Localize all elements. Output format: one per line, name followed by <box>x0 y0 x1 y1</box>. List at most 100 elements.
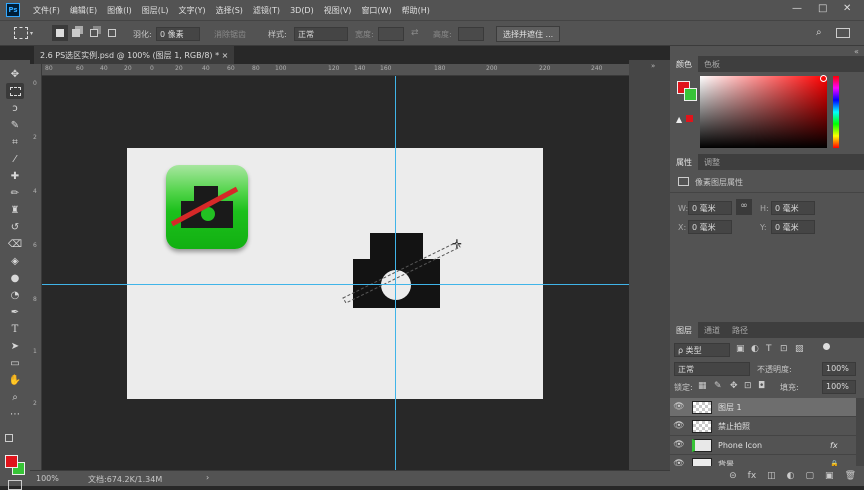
visibility-eye-icon[interactable]: 👁 <box>670 402 688 412</box>
workspace-icon[interactable] <box>836 28 850 38</box>
document-canvas[interactable]: ✛ <box>127 148 543 399</box>
fill-input[interactable]: 100% <box>822 380 856 394</box>
filter-shape-icon[interactable]: ⊡ <box>780 344 788 354</box>
more-tools-icon[interactable]: ⋯ <box>6 406 24 422</box>
menu-view[interactable]: 视图(V) <box>319 5 357 16</box>
brush-tool-icon[interactable]: ✏ <box>6 185 24 201</box>
width-input[interactable] <box>378 27 404 41</box>
rect-marquee-preset-icon[interactable] <box>14 27 28 39</box>
visibility-eye-icon[interactable]: 👁 <box>670 440 688 450</box>
menu-3d[interactable]: 3D(D) <box>285 6 319 15</box>
layer-filter-select[interactable]: ρ 类型 <box>674 343 730 357</box>
healing-brush-tool-icon[interactable]: ✚ <box>6 168 24 184</box>
tab-swatches[interactable]: 色板 <box>698 56 726 72</box>
ruler-horizontal[interactable]: 80 60 40 20 0 20 40 60 80 100 120 140 16… <box>42 64 629 76</box>
filter-adjustment-icon[interactable]: ◐ <box>751 344 759 354</box>
collapse-panels-icon[interactable]: » <box>651 62 655 70</box>
menu-help[interactable]: 帮助(H) <box>397 5 435 16</box>
link-dimensions-icon[interactable]: ∞ <box>736 199 752 215</box>
quick-mask-icon[interactable] <box>8 480 22 490</box>
layer-row[interactable]: 👁 图层 1 <box>670 398 856 417</box>
horizontal-guide[interactable] <box>42 284 629 285</box>
layer-effects-icon[interactable]: fx <box>830 441 838 450</box>
tab-close-icon[interactable]: × <box>222 51 229 60</box>
menu-select[interactable]: 选择(S) <box>211 5 248 16</box>
filter-smart-object-icon[interactable]: ▨ <box>795 344 804 354</box>
lock-pixels-icon[interactable]: ✎ <box>714 381 722 391</box>
link-layers-icon[interactable]: ⊝ <box>729 471 737 481</box>
tab-color[interactable]: 颜色 <box>670 56 698 72</box>
tab-properties[interactable]: 属性 <box>670 154 698 170</box>
gamut-warning-icon[interactable]: ▲ <box>676 115 682 124</box>
menu-type[interactable]: 文字(Y) <box>173 5 210 16</box>
menu-filter[interactable]: 滤镜(T) <box>248 5 285 16</box>
lock-position-icon[interactable]: ✥ <box>730 381 738 391</box>
new-layer-icon[interactable]: ▣ <box>825 471 834 481</box>
new-group-icon[interactable]: ▢ <box>806 471 815 481</box>
minimize-button[interactable]: — <box>792 3 802 14</box>
width-field[interactable]: 0 毫米 <box>688 201 732 215</box>
blur-tool-icon[interactable]: ● <box>6 270 24 286</box>
history-brush-tool-icon[interactable]: ↺ <box>6 219 24 235</box>
swap-icon[interactable]: ⇄ <box>411 28 419 38</box>
close-button[interactable]: ✕ <box>843 3 851 14</box>
visibility-eye-icon[interactable]: 👁 <box>670 421 688 431</box>
x-field[interactable]: 0 毫米 <box>688 220 732 234</box>
add-mask-icon[interactable]: ◫ <box>767 471 776 481</box>
feather-input[interactable]: 0 像素 <box>156 27 200 41</box>
search-icon[interactable]: ⌕ <box>816 27 822 38</box>
layer-name[interactable]: 图层 1 <box>718 402 742 413</box>
height-input[interactable] <box>458 27 484 41</box>
dodge-tool-icon[interactable]: ◔ <box>6 287 24 303</box>
hue-slider[interactable] <box>833 76 839 148</box>
filter-type-icon[interactable]: T <box>766 344 772 354</box>
move-tool-icon[interactable]: ✥ <box>6 66 24 82</box>
zoom-level[interactable]: 100% <box>36 474 59 483</box>
layers-scrollbar[interactable] <box>856 398 864 474</box>
layer-row[interactable]: 👁 Phone Icon fx <box>670 436 856 455</box>
crop-tool-icon[interactable]: ⌗ <box>6 134 24 150</box>
add-selection-icon[interactable] <box>72 29 80 37</box>
layer-row[interactable]: 👁 禁止拍照 <box>670 417 856 436</box>
y-field[interactable]: 0 毫米 <box>771 220 815 234</box>
chevron-down-icon[interactable]: ▾ <box>30 30 33 37</box>
background-color-chip[interactable] <box>684 88 697 101</box>
quick-select-tool-icon[interactable]: ✎ <box>6 117 24 133</box>
menu-file[interactable]: 文件(F) <box>28 5 65 16</box>
pen-tool-icon[interactable]: ✒ <box>6 304 24 320</box>
new-selection-button[interactable] <box>52 25 68 41</box>
tab-adjustments[interactable]: 调整 <box>698 154 726 170</box>
maximize-button[interactable]: □ <box>818 3 827 14</box>
tab-layers[interactable]: 图层 <box>670 322 698 338</box>
blend-mode-select[interactable]: 正常 <box>674 362 750 376</box>
marquee-tool-icon[interactable] <box>6 83 24 99</box>
filter-toggle-icon[interactable] <box>823 343 830 350</box>
color-picker-handle[interactable] <box>820 75 827 82</box>
foreground-color-swatch[interactable] <box>5 455 18 468</box>
style-select[interactable]: 正常 <box>294 27 348 41</box>
lasso-tool-icon[interactable]: ↄ <box>6 100 24 116</box>
height-field[interactable]: 0 毫米 <box>771 201 815 215</box>
ruler-vertical[interactable]: 0 2 4 6 8 1 2 <box>30 64 42 470</box>
paint-bucket-tool-icon[interactable]: ◈ <box>6 253 24 269</box>
document-tab[interactable]: 2.6 PS选区实例.psd @ 100% (图层 1, RGB/8) * × <box>34 46 235 64</box>
menu-edit[interactable]: 编辑(E) <box>65 5 102 16</box>
zoom-tool-icon[interactable]: ⌕ <box>6 389 24 405</box>
lock-transparent-icon[interactable]: ▦ <box>698 381 707 391</box>
menu-window[interactable]: 窗口(W) <box>356 5 396 16</box>
gamut-color-chip[interactable] <box>686 115 693 122</box>
lock-all-icon[interactable]: ◘ <box>758 381 765 391</box>
layer-name[interactable]: Phone Icon <box>718 441 830 450</box>
antialias-checkbox[interactable]: 消除锯齿 <box>214 29 246 40</box>
color-field[interactable] <box>700 75 827 148</box>
default-colors-icon[interactable] <box>5 434 13 442</box>
path-selection-tool-icon[interactable]: ➤ <box>6 338 24 354</box>
filter-pixel-icon[interactable]: ▣ <box>736 344 745 354</box>
delete-layer-icon[interactable]: 🗑 <box>845 471 856 481</box>
new-adjustment-layer-icon[interactable]: ◐ <box>787 471 795 481</box>
vertical-guide[interactable] <box>395 76 396 470</box>
status-arrow-icon[interactable]: › <box>206 473 209 482</box>
rectangle-tool-icon[interactable]: ▭ <box>6 355 24 371</box>
lock-artboard-icon[interactable]: ⊡ <box>744 381 752 391</box>
menu-layer[interactable]: 图层(L) <box>137 5 174 16</box>
